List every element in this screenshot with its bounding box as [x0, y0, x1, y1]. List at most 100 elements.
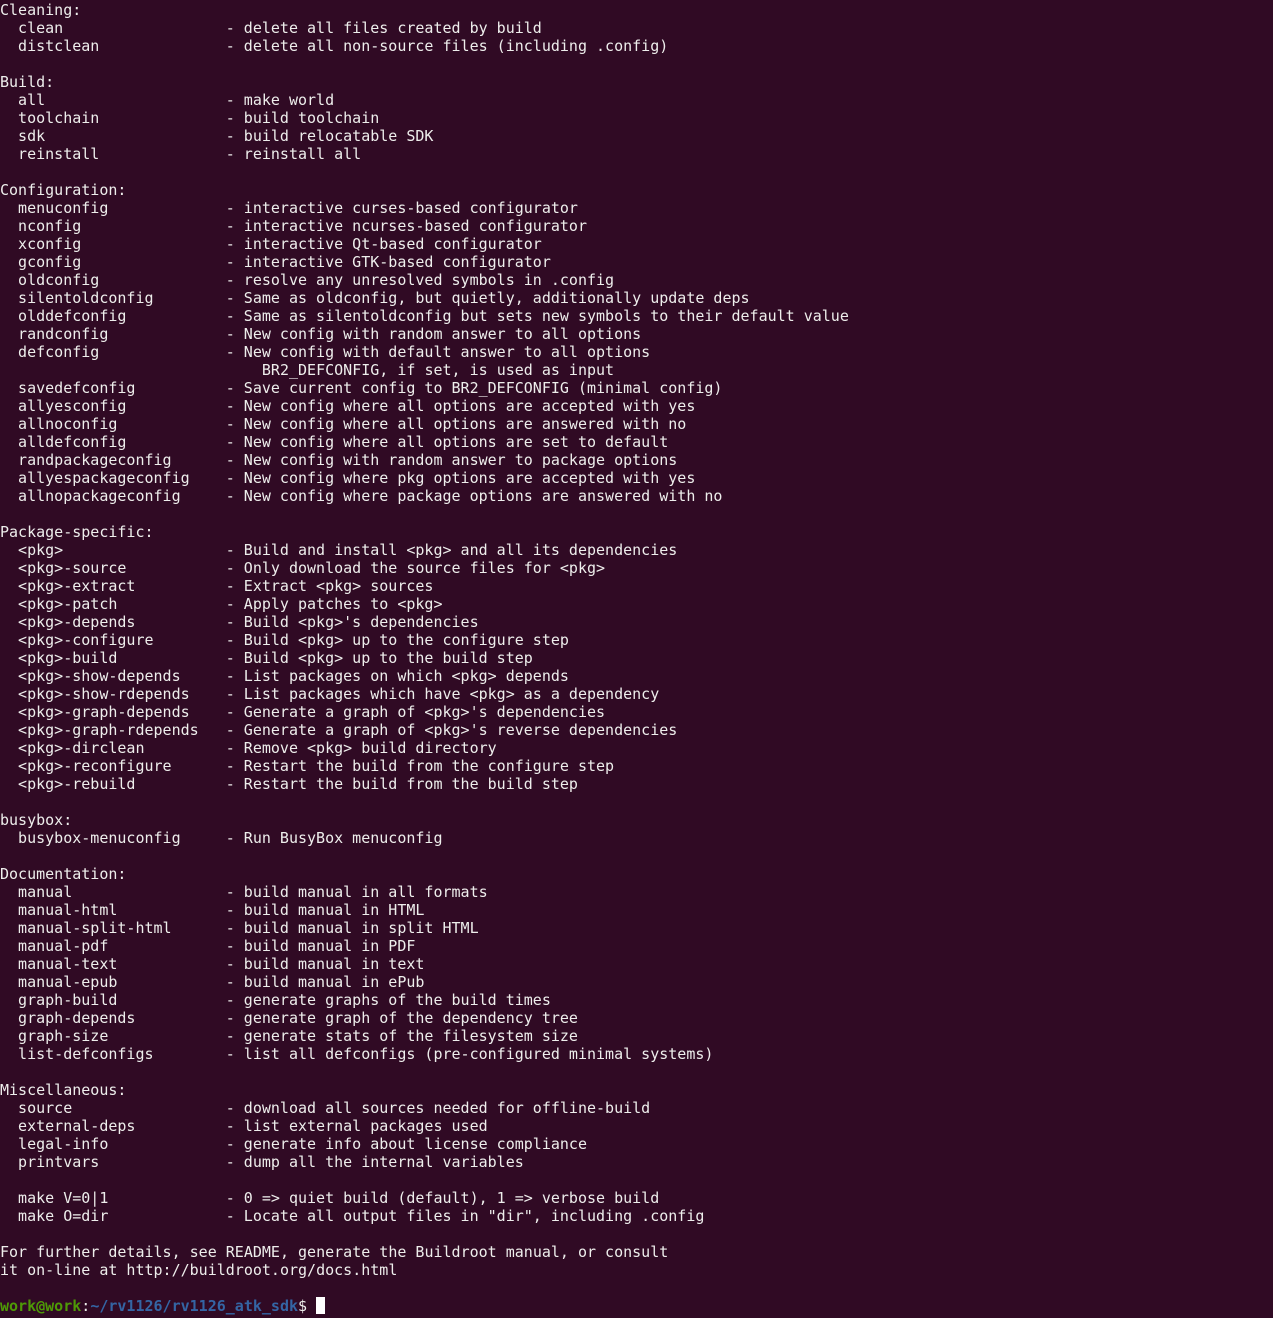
target-description: - make world: [225, 91, 335, 109]
make-target: menuconfig: [18, 199, 109, 217]
make-target: silentoldconfig: [18, 289, 154, 307]
help-entry: oldconfig - resolve any unresolved symbol…: [0, 271, 1273, 289]
help-entry: manual-text - build manual in text: [0, 955, 1273, 973]
help-entry: <pkg>-graph-rdepends - Generate a graph o…: [0, 721, 1273, 739]
section-header: busybox:: [0, 811, 73, 829]
target-description: - Only download the source files for <pk…: [225, 559, 606, 577]
target-description: - Save current config to BR2_DEFCONFIG (…: [225, 379, 723, 397]
shell-prompt[interactable]: work@work:~/rv1126/rv1126_atk_sdk$: [0, 1297, 1273, 1315]
make-target: <pkg>-show-depends: [18, 667, 181, 685]
make-target: savedefconfig: [18, 379, 136, 397]
section-header: Miscellaneous:: [0, 1081, 127, 1099]
target-description: - list external packages used: [225, 1117, 488, 1135]
make-target: printvars: [18, 1153, 100, 1171]
make-target: <pkg>-show-rdepends: [18, 685, 190, 703]
target-description: - Build <pkg> up to the build step: [225, 649, 533, 667]
make-target: graph-size: [18, 1027, 109, 1045]
make-target: manual: [18, 883, 73, 901]
help-entry: <pkg>-show-depends - List packages on whi…: [0, 667, 1273, 685]
target-description: - build manual in all formats: [225, 883, 488, 901]
target-description: - interactive GTK-based configurator: [225, 253, 551, 271]
target-description: - download all sources needed for offlin…: [225, 1099, 651, 1117]
target-description: - 0 => quiet build (default), 1 => verbo…: [225, 1189, 660, 1207]
terminal-output[interactable]: Cleaning: clean - delete all files created…: [0, 0, 1273, 1297]
target-description: - List packages on which <pkg> depends: [225, 667, 569, 685]
target-description: - build manual in text: [225, 955, 425, 973]
target-description: - Restart the build from the configure s…: [225, 757, 615, 775]
make-target: manual-pdf: [18, 937, 109, 955]
target-description: - New config where all options are accep…: [225, 397, 696, 415]
help-entry: graph-size - generate stats of the filesy…: [0, 1027, 1273, 1045]
make-target: manual-text: [18, 955, 118, 973]
make-target: allnopackageconfig: [18, 487, 181, 505]
help-entry: alldefconfig - New config where all optio…: [0, 433, 1273, 451]
help-entry: manual-html - build manual in HTML: [0, 901, 1273, 919]
target-description: - New config where all options are answe…: [225, 415, 687, 433]
target-description: - delete all files created by build: [225, 19, 542, 37]
help-entry: allnoconfig - New config where all option…: [0, 415, 1273, 433]
make-target: sdk: [18, 127, 46, 145]
help-entry: allyesconfig - New config where all optio…: [0, 397, 1273, 415]
make-target: external-deps: [18, 1117, 136, 1135]
help-entry: <pkg>-configure - Build <pkg> up to the c…: [0, 631, 1273, 649]
help-entry: <pkg>-build - Build <pkg> up to the build…: [0, 649, 1273, 667]
make-target: randpackageconfig: [18, 451, 172, 469]
help-entry: toolchain - build toolchain: [0, 109, 1273, 127]
target-description: - New config with random answer to all o…: [225, 325, 642, 343]
description-continuation: BR2_DEFCONFIG, if set, is used as input: [0, 361, 1273, 379]
target-description: - New config where all options are set t…: [225, 433, 669, 451]
make-target: busybox-menuconfig: [18, 829, 181, 847]
target-description: - interactive Qt-based configurator: [225, 235, 542, 253]
target-description: - Generate a graph of <pkg>'s reverse de…: [225, 721, 678, 739]
help-entry: randconfig - New config with random answe…: [0, 325, 1273, 343]
target-description: - dump all the internal variables: [225, 1153, 524, 1171]
help-entry: <pkg>-reconfigure - Restart the build fro…: [0, 757, 1273, 775]
make-target: <pkg>-reconfigure: [18, 757, 172, 775]
make-target: <pkg>-source: [18, 559, 127, 577]
help-entry: <pkg>-source - Only download the source f…: [0, 559, 1273, 577]
target-description: - Run BusyBox menuconfig: [225, 829, 443, 847]
target-description: - build manual in split HTML: [225, 919, 479, 937]
make-target: allyesconfig: [18, 397, 127, 415]
section-header: Documentation:: [0, 865, 127, 883]
section-header: Build:: [0, 73, 55, 91]
help-entry: printvars - dump all the internal variabl…: [0, 1153, 1273, 1171]
help-entry: source - download all sources needed for …: [0, 1099, 1273, 1117]
help-entry: list-defconfigs - list all defconfigs (pr…: [0, 1045, 1273, 1063]
make-target: list-defconfigs: [18, 1045, 154, 1063]
make-target: source: [18, 1099, 73, 1117]
help-entry: xconfig - interactive Qt-based configurat…: [0, 235, 1273, 253]
prompt-path: ~/rv1126/rv1126_atk_sdk: [90, 1297, 299, 1315]
section-header: For further details, see README, generat…: [0, 1243, 669, 1261]
help-entry: gconfig - interactive GTK-based configura…: [0, 253, 1273, 271]
help-entry: distclean - delete all non-source files (…: [0, 37, 1273, 55]
help-entry: <pkg>-graph-depends - Generate a graph of…: [0, 703, 1273, 721]
help-entry: legal-info - generate info about license …: [0, 1135, 1273, 1153]
make-target: legal-info: [18, 1135, 109, 1153]
target-description: - generate info about license compliance: [225, 1135, 587, 1153]
target-description: - build manual in HTML: [225, 901, 425, 919]
help-entry: allyespackageconfig - New config where pk…: [0, 469, 1273, 487]
target-description: - list all defconfigs (pre-configured mi…: [225, 1045, 714, 1063]
make-target: <pkg>-depends: [18, 613, 136, 631]
make-target: <pkg>-configure: [18, 631, 154, 649]
help-entry: external-deps - list external packages us…: [0, 1117, 1273, 1135]
help-entry: reinstall - reinstall all: [0, 145, 1273, 163]
prompt-user: work@work: [0, 1297, 82, 1315]
make-target: all: [18, 91, 46, 109]
section-header: Package-specific:: [0, 523, 154, 541]
target-description: - build toolchain: [225, 109, 380, 127]
target-description: - Build <pkg> up to the configure step: [225, 631, 569, 649]
text-cursor: [316, 1297, 326, 1314]
make-target: reinstall: [18, 145, 100, 163]
make-target: graph-depends: [18, 1009, 136, 1027]
make-target: <pkg>: [18, 541, 64, 559]
target-description: - Generate a graph of <pkg>'s dependenci…: [225, 703, 606, 721]
